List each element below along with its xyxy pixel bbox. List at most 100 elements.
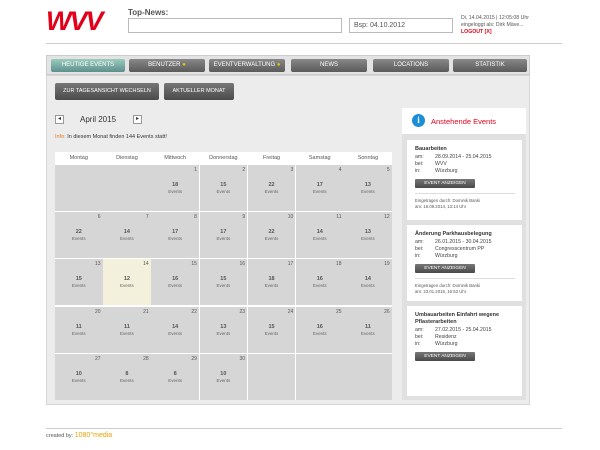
calendar-day-cell[interactable]: 15 16 Events — [151, 259, 199, 306]
event-count: 16 — [316, 323, 323, 330]
event-location-row: in: Würzburg — [415, 341, 458, 347]
event-count: 17 — [220, 229, 227, 236]
calendar-day-cell[interactable]: 28 8 Events — [103, 353, 151, 400]
calendar-day-cell[interactable]: 27 10 Events — [55, 353, 103, 400]
events-label: Events — [264, 189, 279, 194]
event-location: Würzburg — [435, 253, 458, 259]
tab-benutzer[interactable]: Benutzer ● — [129, 59, 205, 72]
calendar-day-cell[interactable]: 7 14 Events — [103, 212, 151, 259]
day-number: 17 — [287, 261, 294, 268]
calendar-day-cell[interactable]: 25 16 Events — [296, 306, 344, 353]
calendar-day-cell[interactable]: 1 18 Events — [151, 165, 199, 211]
event-count: 22 — [268, 182, 275, 188]
topnews-ticker — [128, 18, 342, 33]
event-count: 18 — [172, 182, 179, 188]
calendar-day-cell[interactable]: 17 18 Events — [247, 259, 296, 306]
calendar-day-cell[interactable]: 5 13 Events — [344, 165, 392, 211]
tab-eventverwaltung[interactable]: Eventverwaltung ● — [209, 59, 285, 72]
calendar-day-cell[interactable]: 21 11 Events — [103, 306, 151, 353]
event-count: 18 — [268, 276, 275, 283]
events-label: Events — [120, 283, 134, 289]
day-number: 15 — [191, 261, 197, 268]
day-number: 19 — [384, 261, 390, 268]
calendar-day-cell[interactable]: 16 15 Events — [199, 259, 248, 306]
calendar-empty-cell — [55, 165, 103, 211]
calendar-day-cell[interactable]: 19 14 Events — [344, 259, 392, 306]
calendar-day-cell[interactable]: 29 8 Events — [151, 353, 199, 400]
event-host-row: bei: WVV — [415, 161, 447, 167]
events-label: Events — [264, 330, 279, 336]
calendar-day-cell[interactable]: 30 10 Events — [199, 353, 248, 400]
calendar-day-cell[interactable]: 4 17 Events — [296, 165, 344, 211]
month-label: April 2015 — [80, 115, 117, 124]
calendar-day-cell[interactable]: 3 22 Events — [247, 165, 296, 211]
tab-label: Heutige Events — [61, 62, 115, 68]
show-event-button[interactable]: Event anzeigen — [415, 264, 475, 273]
calendar-day-cell[interactable]: 8 17 Events — [151, 212, 199, 259]
day-number: 5 — [386, 167, 390, 173]
event-count: 15 — [75, 276, 82, 283]
day-view-button[interactable]: Zur Tagesansicht wechseln — [55, 83, 159, 100]
current-month-button[interactable]: Aktueller Monat — [164, 83, 234, 100]
calendar-day-cell[interactable]: 9 17 Events — [199, 212, 248, 259]
calendar-day-cell[interactable]: 14 12 Events — [103, 259, 151, 306]
show-event-button[interactable]: Event anzeigen — [415, 352, 475, 361]
tab-heutige-events[interactable]: Heutige Events — [51, 59, 125, 72]
show-event-button[interactable]: Event anzeigen — [415, 179, 475, 188]
upcoming-events-panel: i Anstehende Events Bauarbeiten am: 28.09… — [402, 108, 526, 400]
events-label: Events — [216, 236, 231, 242]
events-label: Events — [361, 283, 375, 289]
calendar-empty-cell — [103, 165, 151, 211]
logout-link[interactable]: LOGOUT [X] — [461, 29, 561, 36]
event-entered-at: am: 23.01.2015, 16:53 Uhr — [415, 289, 467, 294]
event-count: 14 — [172, 323, 179, 330]
calendar-day-cell[interactable]: 22 14 Events — [151, 306, 199, 353]
weekday-header: Dienstag — [116, 155, 138, 161]
day-number: 23 — [239, 308, 246, 315]
next-month-arrow[interactable]: ▸ — [133, 115, 142, 124]
tab-news[interactable]: News — [291, 59, 367, 72]
events-label: Events — [71, 330, 86, 336]
tab-statistik[interactable]: Statistik — [453, 59, 527, 72]
calendar-day-cell[interactable]: 20 11 Events — [55, 306, 103, 353]
event-date-row: am: 27.02.2015 - 25.04.2015 — [415, 327, 492, 333]
prev-month-arrow[interactable]: ◂ — [55, 115, 64, 124]
weekday-header: Donnerstag — [209, 155, 238, 161]
calendar-day-cell[interactable]: 23 13 Events — [199, 306, 248, 353]
events-label: Events — [168, 330, 183, 336]
calendar-day-cell[interactable]: 24 15 Events — [247, 306, 296, 353]
current-datetime: Di, 14.04.2015 | 12:05:08 Uhr — [461, 15, 529, 21]
event-title: Umbauarbeiten Einfahrt wegene Pflasterar… — [415, 312, 500, 325]
calendar-day-cell[interactable]: 26 11 Events — [344, 306, 392, 353]
calendar-day-cell[interactable]: 12 13 Events — [344, 212, 392, 259]
calendar-day-cell[interactable]: 10 22 Events — [247, 212, 296, 259]
event-count: 14 — [123, 229, 130, 236]
calendar-day-cell[interactable]: 13 15 Events — [55, 259, 103, 306]
info-label: Info: — [55, 134, 66, 140]
footer-credit: created by: 1080°media — [46, 432, 112, 439]
event-date-row: am: 28.09.2014 - 25.04.2015 — [415, 154, 492, 160]
tab-label: Eventverwaltung — [213, 62, 276, 68]
weekday-header: Samstag — [308, 155, 331, 161]
calendar-day-cell[interactable]: 11 14 Events — [296, 212, 344, 259]
calendar-day-cell[interactable]: 2 15 Events — [199, 165, 248, 211]
event-host: Congresscentrum PP — [435, 246, 485, 252]
day-number: 12 — [384, 214, 390, 221]
divider — [415, 278, 515, 279]
calendar-empty-cell — [296, 353, 344, 400]
tab-locations[interactable]: Locations — [373, 59, 449, 72]
event-location-row: in: Würzburg — [415, 168, 458, 174]
event-count: 22 — [75, 229, 82, 236]
events-label: Events — [216, 377, 231, 383]
wvv-logo[interactable]: WVV — [46, 8, 118, 35]
weekday-header: Montag — [69, 155, 88, 161]
day-number: 9 — [242, 214, 246, 221]
date-search-input[interactable]: Bsp: 04.10.2012 — [349, 18, 453, 33]
month-info: Info: In diesem Monat finden 144 Events … — [55, 134, 167, 140]
calendar-day-cell[interactable]: 18 16 Events — [296, 259, 344, 306]
day-number: 4 — [338, 167, 342, 173]
event-location-row: in: Würzburg — [415, 253, 458, 259]
calendar-day-cell[interactable]: 6 22 Events — [55, 212, 103, 259]
agency-logo[interactable]: 1080°media — [75, 432, 112, 439]
day-number: 26 — [384, 308, 390, 315]
